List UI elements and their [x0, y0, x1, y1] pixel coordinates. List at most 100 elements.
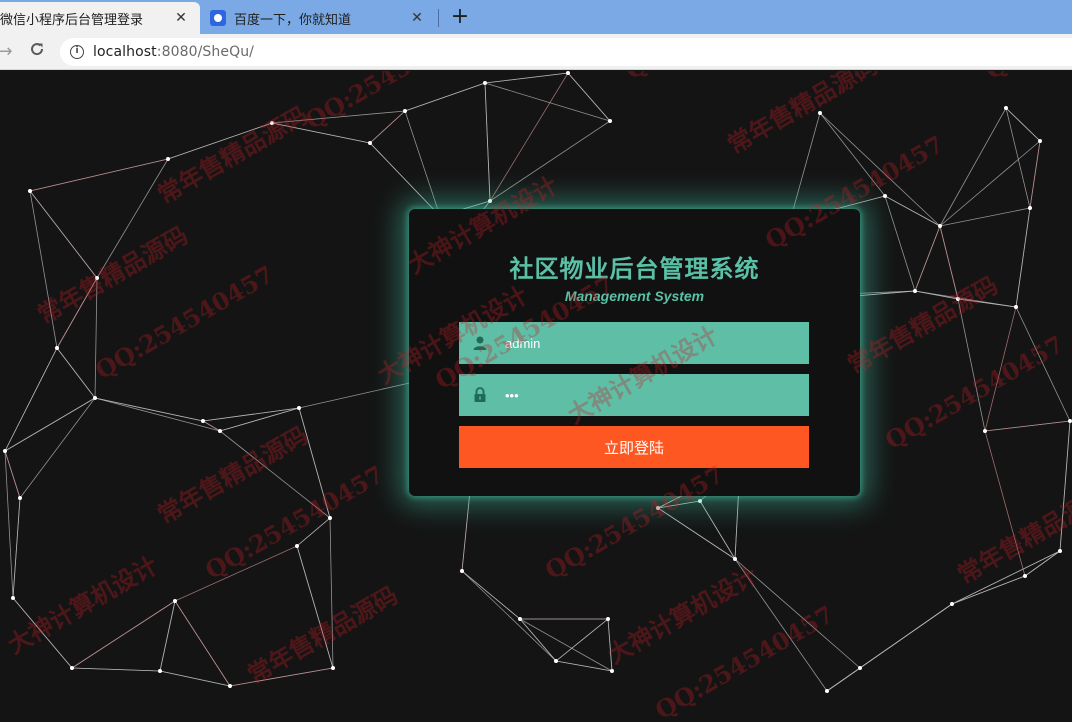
network-node: [818, 111, 822, 115]
network-link: [461, 490, 471, 572]
network-link: [159, 670, 231, 687]
back-icon[interactable]: →: [0, 41, 16, 63]
network-node: [460, 569, 464, 573]
network-node: [733, 557, 737, 561]
network-link: [174, 545, 298, 602]
network-node: [11, 596, 15, 600]
network-link: [1015, 207, 1031, 308]
network-link: [219, 430, 331, 519]
network-link: [404, 82, 486, 112]
network-node: [698, 499, 702, 503]
network-link: [29, 190, 98, 279]
url-input[interactable]: i localhost:8080/SheQu/: [60, 38, 1072, 66]
network-node: [173, 599, 177, 603]
network-link: [657, 507, 736, 560]
network-link: [296, 545, 334, 669]
network-link: [939, 207, 1031, 227]
network-link: [484, 82, 491, 202]
network-link: [914, 290, 959, 300]
network-link: [1029, 140, 1041, 209]
network-link: [12, 597, 73, 669]
network-link: [29, 158, 169, 192]
network-node: [270, 121, 274, 125]
network-node: [1004, 106, 1008, 110]
password-field: [459, 374, 809, 416]
network-link: [461, 570, 521, 620]
network-link: [555, 618, 609, 662]
network-node: [368, 141, 372, 145]
password-input[interactable]: [501, 374, 809, 416]
network-node: [1023, 574, 1027, 578]
network-node: [166, 157, 170, 161]
reload-icon[interactable]: [26, 41, 48, 63]
network-node: [608, 119, 612, 123]
network-link: [369, 142, 441, 217]
close-icon[interactable]: ✕: [408, 9, 426, 27]
network-link: [174, 600, 231, 687]
network-link: [29, 190, 58, 349]
network-node: [95, 276, 99, 280]
network-link: [1005, 107, 1031, 209]
network-link: [567, 72, 611, 122]
network-link: [461, 570, 557, 662]
network-node: [950, 602, 954, 606]
network-node: [913, 289, 917, 293]
network-link: [96, 158, 169, 279]
network-link: [296, 517, 331, 547]
network-link: [19, 397, 96, 499]
username-input[interactable]: [501, 322, 809, 364]
network-link: [56, 277, 98, 349]
network-node: [1028, 206, 1032, 210]
network-link: [12, 497, 21, 599]
network-link: [202, 407, 300, 422]
tab-baidu[interactable]: 百度一下，你就知道 ✕: [204, 2, 436, 34]
network-link: [939, 140, 1041, 227]
network-node: [938, 224, 942, 228]
network-node: [70, 666, 74, 670]
network-link: [1024, 550, 1061, 577]
network-link: [167, 122, 273, 160]
network-link: [984, 430, 1026, 577]
tab-title: 百度一下，你就知道: [234, 12, 352, 28]
network-link: [271, 110, 406, 124]
network-node: [610, 669, 614, 673]
network-node: [566, 71, 570, 75]
close-icon[interactable]: ✕: [172, 9, 190, 27]
network-link: [298, 407, 331, 519]
network-link: [734, 558, 828, 692]
network-link: [484, 82, 611, 122]
network-node: [218, 429, 222, 433]
network-node: [1068, 419, 1072, 423]
login-button[interactable]: 立即登陆: [459, 426, 809, 468]
tab-active[interactable]: 微信小程序后台管理登录 ✕: [0, 2, 200, 34]
network-link: [71, 600, 176, 669]
info-icon[interactable]: i: [70, 45, 84, 59]
network-node: [1058, 549, 1062, 553]
network-link: [914, 290, 1017, 308]
network-link: [607, 618, 613, 672]
network-node: [1038, 139, 1042, 143]
network-link: [56, 347, 96, 399]
network-node: [858, 666, 862, 670]
network-node: [228, 684, 232, 688]
network-node: [55, 346, 59, 350]
network-link: [819, 112, 886, 197]
network-link: [699, 500, 736, 560]
page-content: 社区物业后台管理系统 Management System 立即登陆: [0, 71, 1072, 722]
network-link: [229, 667, 334, 687]
network-link: [404, 110, 441, 217]
network-node: [331, 666, 335, 670]
url-path: :8080/SheQu/: [156, 44, 254, 60]
network-link: [951, 550, 1061, 605]
network-node: [328, 516, 332, 520]
network-link: [219, 407, 300, 432]
network-link: [298, 381, 415, 409]
network-link: [939, 225, 959, 300]
browser-tab-bar: 微信小程序后台管理登录 ✕ 百度一下，你就知道 ✕ +: [0, 0, 1072, 34]
network-link: [94, 397, 204, 422]
network-node: [656, 506, 660, 510]
network-link: [489, 120, 611, 202]
network-link: [94, 277, 98, 399]
network-node: [606, 617, 610, 621]
new-tab-button[interactable]: +: [448, 4, 472, 30]
